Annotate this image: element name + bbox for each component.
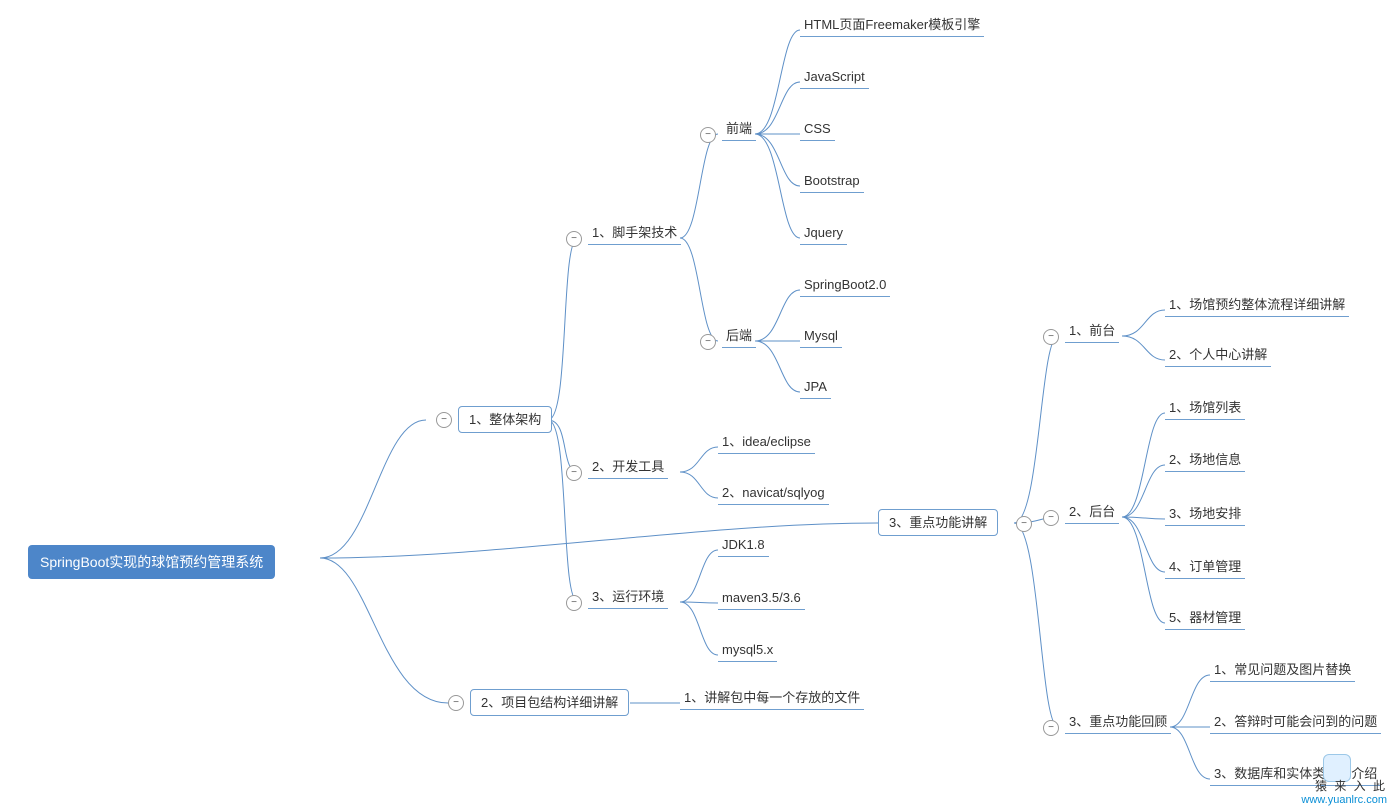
- leaf-profile-center[interactable]: 2、个人中心讲解: [1165, 348, 1271, 367]
- collapse-icon[interactable]: [566, 231, 582, 247]
- leaf-springboot[interactable]: SpringBoot2.0: [800, 278, 890, 297]
- collapse-icon[interactable]: [566, 595, 582, 611]
- leaf-jquery[interactable]: Jquery: [800, 226, 847, 245]
- node-devtools[interactable]: 2、开发工具: [588, 460, 668, 479]
- node-scaffold[interactable]: 1、脚手架技术: [588, 226, 681, 245]
- branch-package-structure[interactable]: 2、项目包结构详细讲解: [470, 689, 629, 716]
- leaf-navicat-sqlyog[interactable]: 2、navicat/sqlyog: [718, 486, 829, 505]
- leaf-faq-images[interactable]: 1、常见问题及图片替换: [1210, 663, 1355, 682]
- leaf-package-files[interactable]: 1、讲解包中每一个存放的文件: [680, 691, 864, 710]
- node-backend[interactable]: 后端: [722, 329, 756, 348]
- node-runtime[interactable]: 3、运行环境: [588, 590, 668, 609]
- leaf-reservation-flow[interactable]: 1、场馆预约整体流程详细讲解: [1165, 298, 1349, 317]
- collapse-icon[interactable]: [1016, 516, 1032, 532]
- leaf-mysql[interactable]: Mysql: [800, 329, 842, 348]
- leaf-maven[interactable]: maven3.5/3.6: [718, 591, 805, 610]
- leaf-html-freemaker[interactable]: HTML页面Freemaker模板引擎: [800, 18, 984, 37]
- branch-label: 3、重点功能讲解: [889, 515, 987, 530]
- collapse-icon[interactable]: [1043, 329, 1059, 345]
- leaf-mysql5[interactable]: mysql5.x: [718, 643, 777, 662]
- watermark-text: 猿 来 入 此: [1301, 777, 1387, 794]
- leaf-court-info[interactable]: 2、场地信息: [1165, 453, 1245, 472]
- branch-label: 1、整体架构: [469, 412, 541, 427]
- node-frontend-feature[interactable]: 1、前台: [1065, 324, 1119, 343]
- collapse-icon[interactable]: [700, 127, 716, 143]
- node-backend-feature[interactable]: 2、后台: [1065, 505, 1119, 524]
- watermark-url: www.yuanlrc.com: [1301, 794, 1387, 806]
- collapse-icon[interactable]: [700, 334, 716, 350]
- root-label: SpringBoot实现的球馆预约管理系统: [40, 554, 263, 570]
- root-node[interactable]: SpringBoot实现的球馆预约管理系统: [28, 545, 275, 579]
- branch-label: 2、项目包结构详细讲解: [481, 695, 618, 710]
- leaf-order-mgmt[interactable]: 4、订单管理: [1165, 560, 1245, 579]
- leaf-jdk[interactable]: JDK1.8: [718, 538, 769, 557]
- branch-architecture[interactable]: 1、整体架构: [458, 406, 552, 433]
- leaf-defense-questions[interactable]: 2、答辩时可能会问到的问题: [1210, 715, 1381, 734]
- node-review-feature[interactable]: 3、重点功能回顾: [1065, 715, 1171, 734]
- leaf-idea-eclipse[interactable]: 1、idea/eclipse: [718, 435, 815, 454]
- collapse-icon[interactable]: [1043, 510, 1059, 526]
- leaf-equipment-mgmt[interactable]: 5、器材管理: [1165, 611, 1245, 630]
- leaf-css[interactable]: CSS: [800, 122, 835, 141]
- node-frontend[interactable]: 前端: [722, 122, 756, 141]
- leaf-bootstrap[interactable]: Bootstrap: [800, 174, 864, 193]
- leaf-court-schedule[interactable]: 3、场地安排: [1165, 507, 1245, 526]
- leaf-venue-list[interactable]: 1、场馆列表: [1165, 401, 1245, 420]
- collapse-icon[interactable]: [1043, 720, 1059, 736]
- branch-key-features[interactable]: 3、重点功能讲解: [878, 509, 998, 536]
- collapse-icon[interactable]: [448, 695, 464, 711]
- leaf-jpa[interactable]: JPA: [800, 380, 831, 399]
- watermark: 猿 来 入 此 www.yuanlrc.com: [1301, 777, 1387, 806]
- collapse-icon[interactable]: [566, 465, 582, 481]
- collapse-icon[interactable]: [436, 412, 452, 428]
- leaf-javascript[interactable]: JavaScript: [800, 70, 869, 89]
